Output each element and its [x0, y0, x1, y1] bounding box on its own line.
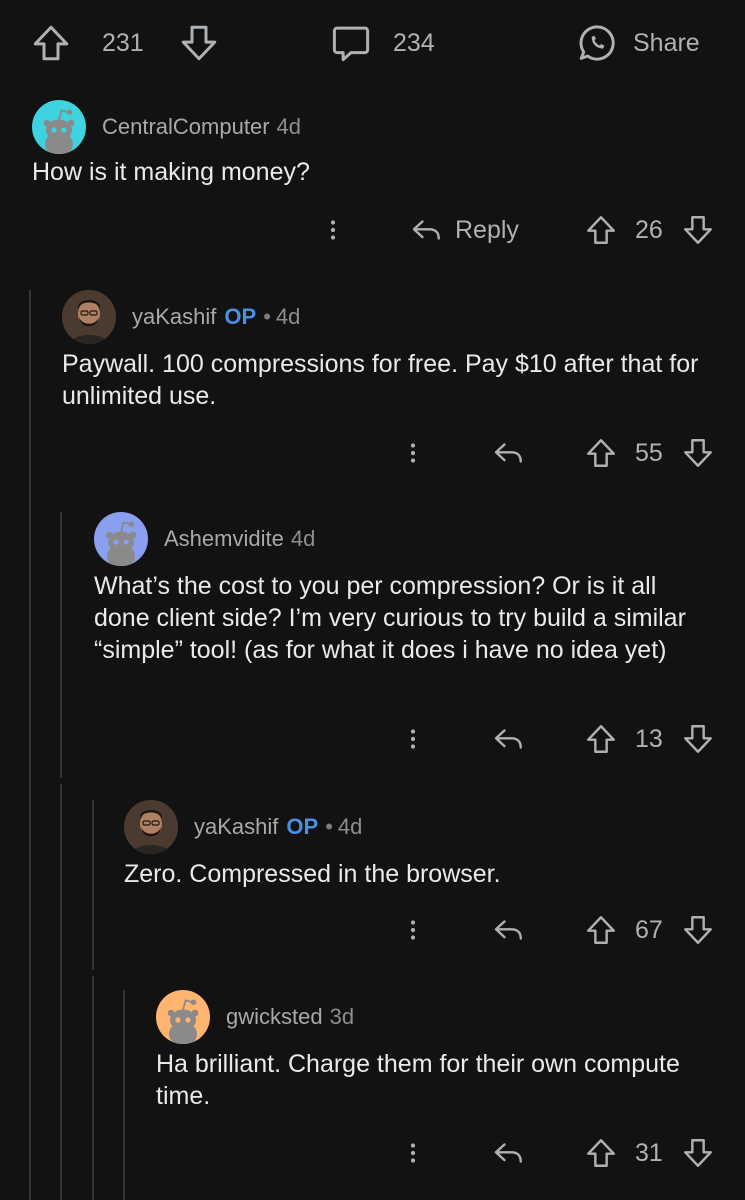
- comment-score: 31: [635, 1131, 663, 1175]
- separator-dot: •: [263, 304, 271, 329]
- comment-score: 67: [635, 908, 663, 952]
- comment-meta: CentralComputer 4d: [102, 100, 301, 154]
- comment-meta: Ashemvidite 4d: [164, 512, 315, 566]
- upvote-icon[interactable]: [584, 208, 618, 252]
- comment-actions: 31: [0, 1131, 745, 1175]
- comment-body: Ha brilliant. Charge them for their own …: [156, 1050, 680, 1110]
- avatar[interactable]: [62, 290, 116, 344]
- comment-age: 4d: [337, 814, 363, 839]
- comment-score-text: 31: [635, 1138, 663, 1167]
- share-button[interactable]: Share: [576, 22, 700, 64]
- upvote-icon[interactable]: [30, 22, 72, 64]
- reply-button[interactable]: Reply: [409, 208, 519, 252]
- share-icon: [576, 22, 618, 64]
- upvote-icon[interactable]: [584, 431, 618, 475]
- author-name[interactable]: CentralComputer: [102, 114, 270, 140]
- avatar[interactable]: [94, 512, 148, 566]
- comment-age: 4d: [275, 304, 301, 329]
- avatar[interactable]: [156, 990, 210, 1044]
- more-options-icon[interactable]: [321, 208, 345, 252]
- comment-body: Zero. Compressed in the browser.: [124, 860, 501, 888]
- op-badge: OP: [286, 814, 319, 839]
- downvote-icon[interactable]: [681, 208, 715, 252]
- comment-score-text: 67: [635, 915, 663, 944]
- more-options-icon[interactable]: [401, 431, 425, 475]
- share-label: Share: [633, 28, 700, 57]
- author-name[interactable]: gwicksted: [226, 1004, 323, 1030]
- more-options-icon[interactable]: [401, 1131, 425, 1175]
- author-name[interactable]: Ashemvidite: [164, 526, 284, 552]
- upvote-icon[interactable]: [584, 1131, 618, 1175]
- comment-age: 4d: [290, 526, 316, 551]
- downvote-icon[interactable]: [178, 22, 220, 64]
- comment-age: 4d: [276, 114, 301, 139]
- comment-body: How is it making money?: [32, 158, 310, 186]
- comment-meta: yaKashif OP • 4d: [132, 290, 300, 344]
- reply-icon[interactable]: [491, 431, 525, 475]
- comment-score-text: 55: [635, 438, 663, 467]
- reply-icon[interactable]: [491, 1131, 525, 1175]
- reply-icon[interactable]: [491, 908, 525, 952]
- comment-score: 26: [635, 208, 663, 252]
- separator-dot: •: [325, 814, 333, 839]
- comment-score-text: 26: [635, 215, 663, 244]
- downvote-icon[interactable]: [681, 717, 715, 761]
- avatar[interactable]: [124, 800, 178, 854]
- upvote-icon[interactable]: [584, 908, 618, 952]
- comment-actions: 55: [0, 431, 745, 475]
- post-comment-count: 234: [393, 22, 435, 64]
- more-options-icon[interactable]: [401, 717, 425, 761]
- reply-icon: [409, 213, 443, 247]
- comment-actions: Reply 26: [0, 208, 745, 252]
- author-name[interactable]: yaKashif: [132, 304, 216, 330]
- more-options-icon[interactable]: [401, 908, 425, 952]
- post-vote-count-text: 231: [102, 28, 144, 57]
- post-action-bar: 231 234 Share: [0, 0, 745, 86]
- comment-actions: 13: [0, 717, 745, 761]
- avatar[interactable]: [32, 100, 86, 154]
- comment-score: 13: [635, 717, 663, 761]
- comment-body: Paywall. 100 compressions for free. Pay …: [62, 350, 699, 410]
- reply-label: Reply: [455, 215, 519, 244]
- comment-meta: yaKashif OP • 4d: [194, 800, 362, 854]
- downvote-icon[interactable]: [681, 1131, 715, 1175]
- op-badge: OP: [224, 304, 257, 329]
- post-vote-count: 231: [102, 22, 144, 64]
- comment-icon[interactable]: [330, 22, 372, 64]
- upvote-icon[interactable]: [584, 717, 618, 761]
- reply-icon[interactable]: [491, 717, 525, 761]
- comment-meta: gwicksted 3d: [226, 990, 354, 1044]
- post-comment-count-text: 234: [393, 28, 435, 57]
- comment-score-text: 13: [635, 724, 663, 753]
- downvote-icon[interactable]: [681, 431, 715, 475]
- author-name[interactable]: yaKashif: [194, 814, 278, 840]
- comment-body: What’s the cost to you per compression? …: [94, 572, 686, 664]
- comment-actions: 67: [0, 908, 745, 952]
- comment-age: 3d: [329, 1004, 355, 1029]
- comment-score: 55: [635, 431, 663, 475]
- downvote-icon[interactable]: [681, 908, 715, 952]
